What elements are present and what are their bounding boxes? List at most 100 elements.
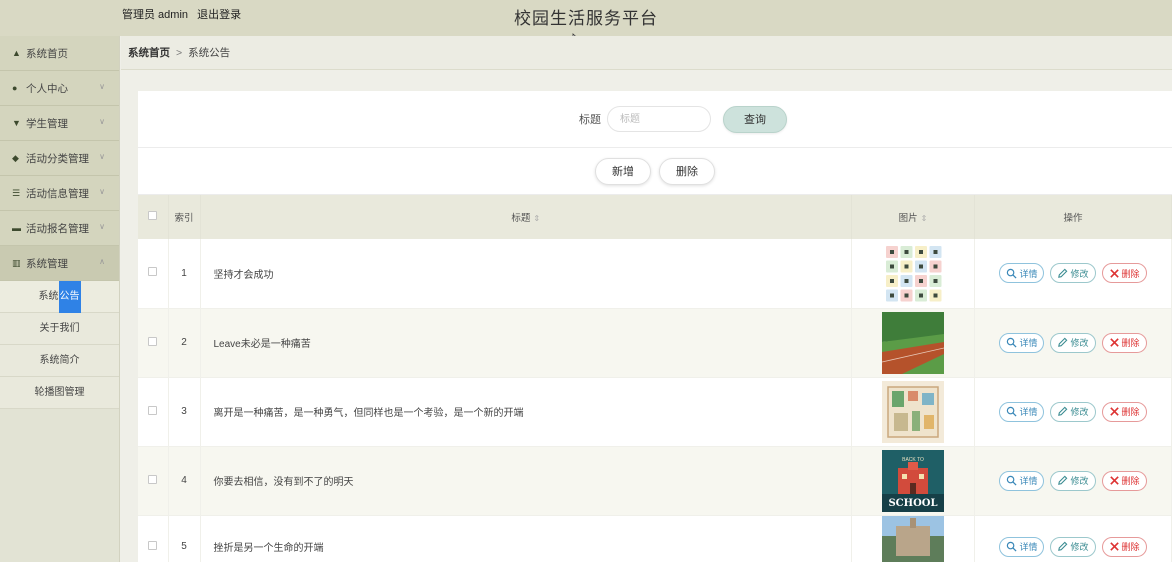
chart-icon: ▥ <box>12 257 21 268</box>
search-icon <box>1007 541 1018 552</box>
sidebar-item-label: 活动报名管理 <box>26 222 89 235</box>
edit-button[interactable]: 修改 <box>1050 263 1096 284</box>
row-checkbox[interactable] <box>148 405 158 415</box>
submenu-item-announcement[interactable]: 系统公告 <box>0 281 119 313</box>
row-checkbox[interactable] <box>148 474 158 484</box>
detail-button[interactable]: 详情 <box>999 332 1045 353</box>
icon-grid-picture <box>882 242 944 305</box>
close-icon <box>1109 476 1119 485</box>
submenu-item-about-us[interactable]: 关于我们 <box>0 313 119 345</box>
close-icon <box>1109 338 1119 347</box>
row-index: 1 <box>168 239 201 309</box>
sidebar-item-label: 系统首页 <box>26 47 68 60</box>
detail-label: 详情 <box>1019 268 1038 279</box>
row-checkbox[interactable] <box>148 267 158 277</box>
breadcrumb: 系统首页 > 系统公告 <box>121 36 1172 70</box>
row-image-cell <box>851 515 975 562</box>
submenu-label: 系统 <box>38 291 59 302</box>
row-check-cell <box>138 377 169 447</box>
sidebar-item-activity-info[interactable]: ☰ 活动信息管理 ∨ <box>0 176 119 211</box>
edit-label: 修改 <box>1070 476 1089 486</box>
pencil-icon <box>1058 337 1068 347</box>
main-panel: 标题 查询 新增 删除 索引 标题⇕ 图片⇕ 操作 1坚持才会成功详情修改删除2… <box>138 91 1172 562</box>
top-header-bar: 管理员 admin 退出登录 校园生活服务平台 <box>0 0 1172 36</box>
pencil-icon <box>1058 541 1068 551</box>
row-title: 坚持才会成功 <box>200 239 852 309</box>
detail-label: 详情 <box>1019 338 1038 348</box>
sidebar-item-activity-signup[interactable]: ▬ 活动报名管理 ∨ <box>0 211 119 246</box>
chevron-up-icon: ∧ <box>99 257 105 266</box>
student-icon: ▼ <box>12 118 21 128</box>
select-all-checkbox[interactable] <box>148 211 158 220</box>
text-selection-highlight: 公告 <box>58 281 81 313</box>
breadcrumb-home[interactable]: 系统首页 <box>128 47 170 59</box>
sidebar-item-home[interactable]: ▲ 系统首页 <box>0 36 119 71</box>
search-icon <box>1007 406 1018 417</box>
user-icon: ● <box>12 83 18 93</box>
search-label: 标题 <box>579 114 601 126</box>
row-image-cell <box>851 239 975 309</box>
batch-delete-button[interactable]: 删除 <box>659 157 715 185</box>
delete-button[interactable]: 删除 <box>1101 536 1147 557</box>
sidebar-item-student-management[interactable]: ▼ 学生管理 ∨ <box>0 106 119 141</box>
title-header-label: 标题 <box>511 213 531 224</box>
delete-button[interactable]: 删除 <box>1101 263 1147 284</box>
row-index: 3 <box>168 377 201 447</box>
table-row: 4 你要去相信，没有到不了的明天 BACK TO SCHOOL 详情 修改 删除 <box>138 446 1172 516</box>
detail-button[interactable]: 详情 <box>999 470 1045 491</box>
title-header[interactable]: 标题 ⇕ <box>200 195 852 239</box>
chevron-down-icon: ∨ <box>99 152 105 161</box>
signup-icon: ▬ <box>12 223 21 233</box>
title-search-input[interactable] <box>607 106 711 132</box>
detail-label: 详情 <box>1019 542 1038 552</box>
edit-label: 修改 <box>1070 268 1089 279</box>
detail-button[interactable]: 详情 <box>999 263 1045 284</box>
query-button[interactable]: 查询 <box>723 105 787 133</box>
sidebar-item-personal-center[interactable]: ● 个人中心 ∨ <box>0 71 119 106</box>
delete-label: 删除 <box>1121 542 1140 552</box>
submenu-item-carousel[interactable]: 轮播图管理 <box>0 377 119 409</box>
pencil-icon <box>1058 406 1068 416</box>
row-index: 5 <box>168 515 201 562</box>
table-row: 3 离开是一种痛苦，是一种勇气，但同样也是一个考验，是一个新的开端 详情 修改 删除 <box>138 377 1172 447</box>
edit-button[interactable]: 修改 <box>1050 401 1096 422</box>
delete-button[interactable]: 删除 <box>1101 332 1147 353</box>
sidebar-item-activity-category[interactable]: ◆ 活动分类管理 ∨ <box>0 141 119 176</box>
row-check-cell <box>138 239 169 309</box>
table-body: 1 坚持才会成功 详情 修改 删除 2 Leave未必是一种痛苦 详情 修改 删除 3 离开是一种痛苦… <box>138 239 1172 562</box>
index-header: 索引 <box>168 195 201 239</box>
submenu-item-system-intro[interactable]: 系统简介 <box>0 345 119 377</box>
sidebar-item-label: 活动信息管理 <box>26 187 89 200</box>
delete-button[interactable]: 删除 <box>1101 401 1147 422</box>
image-header[interactable]: 图片 ⇕ <box>851 195 975 239</box>
edit-button[interactable]: 修改 <box>1050 536 1096 557</box>
close-icon <box>1109 268 1119 278</box>
delete-button[interactable]: 删除 <box>1101 470 1147 491</box>
row-checkbox[interactable] <box>148 336 158 346</box>
sort-icon: ⇕ <box>920 214 928 223</box>
edit-label: 修改 <box>1070 338 1089 348</box>
row-title: 你要去相信，没有到不了的明天 <box>200 446 852 516</box>
chevron-down-icon: ∨ <box>99 82 105 91</box>
row-image-cell <box>851 377 975 447</box>
detail-button[interactable]: 详情 <box>999 536 1045 557</box>
edit-button[interactable]: 修改 <box>1050 470 1096 491</box>
edit-button[interactable]: 修改 <box>1050 332 1096 353</box>
campus-map-picture <box>882 380 944 443</box>
pencil-icon <box>1058 475 1068 485</box>
close-icon <box>1109 407 1119 416</box>
sidebar-item-label: 个人中心 <box>26 82 68 95</box>
chevron-down-icon: ∨ <box>99 222 105 231</box>
close-icon <box>1109 542 1119 551</box>
pencil-icon <box>1058 268 1068 278</box>
sidebar-item-system-management[interactable]: ▥ 系统管理 ∧ <box>0 246 119 281</box>
row-checkbox[interactable] <box>148 540 158 550</box>
row-check-cell <box>138 446 169 516</box>
add-button[interactable]: 新增 <box>595 157 651 185</box>
sidebar-item-label: 学生管理 <box>26 117 68 130</box>
row-ops-cell: 详情 修改 删除 <box>974 446 1172 516</box>
breadcrumb-current: 系统公告 <box>188 47 231 59</box>
logout-link[interactable]: 退出登录 <box>197 9 241 21</box>
row-title: Leave未必是一种痛苦 <box>200 308 852 378</box>
detail-button[interactable]: 详情 <box>999 401 1045 422</box>
